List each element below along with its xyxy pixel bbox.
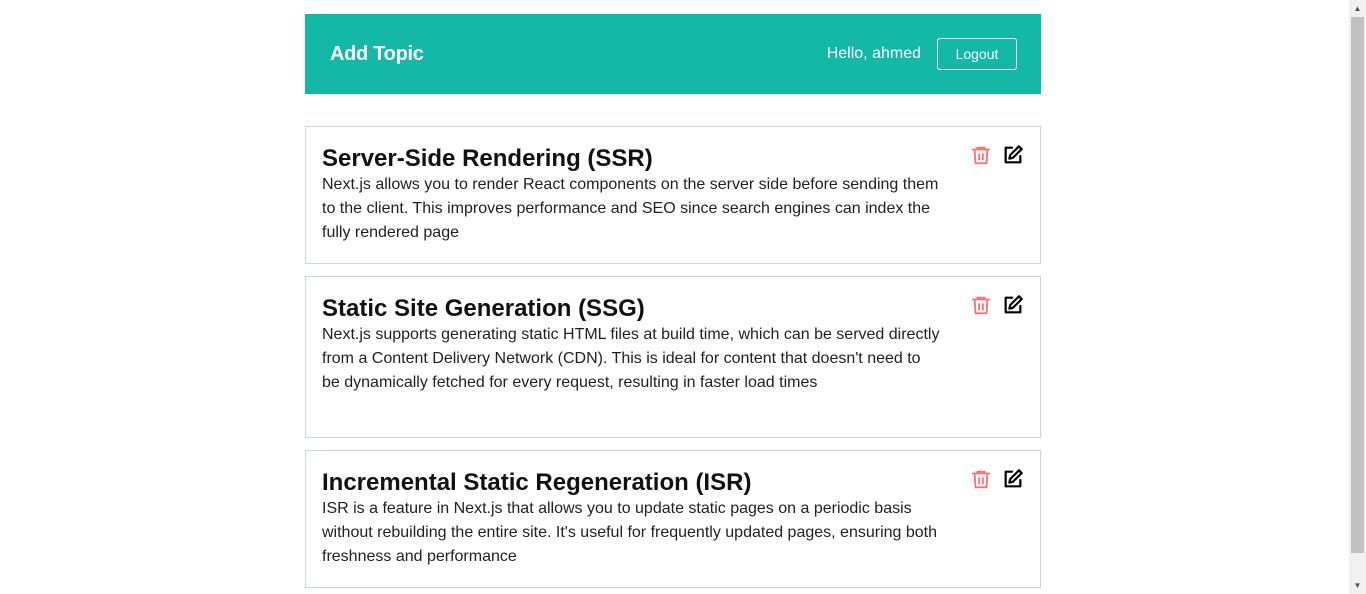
navbar: Add Topic Hello, ahmed Logout: [305, 14, 1041, 94]
topic-actions: [970, 468, 1024, 493]
topic-title: Server-Side Rendering (SSR): [322, 145, 653, 172]
vertical-scrollbar[interactable]: ▲ ▼: [1349, 0, 1366, 594]
delete-button[interactable]: [970, 469, 992, 491]
trash-icon: [970, 144, 992, 169]
page: Add Topic Hello, ahmed Logout Server-Sid…: [0, 0, 1366, 594]
topic-body: Server-Side Rendering (SSR) Next.js allo…: [322, 145, 942, 245]
edit-button[interactable]: [1002, 468, 1024, 493]
scroll-up-arrow-icon[interactable]: ▲: [1349, 0, 1366, 17]
topic-card: Incremental Static Regeneration (ISR) IS…: [305, 450, 1041, 588]
topic-title: Incremental Static Regeneration (ISR): [322, 469, 752, 496]
topic-title: Static Site Generation (SSG): [322, 295, 645, 322]
nav-right: Hello, ahmed Logout: [827, 38, 1017, 70]
trash-icon: [970, 294, 992, 319]
edit-button[interactable]: [1002, 294, 1024, 319]
topic-body: Static Site Generation (SSG) Next.js sup…: [322, 295, 942, 395]
edit-button[interactable]: [1002, 144, 1024, 169]
edit-icon: [1002, 294, 1024, 319]
topic-description: Next.js supports generating static HTML …: [322, 326, 940, 391]
topic-description: ISR is a feature in Next.js that allows …: [322, 500, 937, 565]
topic-card: Static Site Generation (SSG) Next.js sup…: [305, 276, 1041, 438]
main-container: Add Topic Hello, ahmed Logout Server-Sid…: [305, 14, 1041, 594]
topic-card: Server-Side Rendering (SSR) Next.js allo…: [305, 126, 1041, 264]
logout-button[interactable]: Logout: [937, 38, 1017, 70]
trash-icon: [970, 468, 992, 493]
add-topic-link[interactable]: Add Topic: [330, 43, 424, 66]
user-greeting: Hello, ahmed: [826, 45, 921, 62]
scroll-down-arrow-icon[interactable]: ▼: [1349, 577, 1366, 594]
topic-body: Incremental Static Regeneration (ISR) IS…: [322, 469, 942, 569]
edit-icon: [1002, 144, 1024, 169]
topic-description: Next.js allows you to render React compo…: [322, 176, 939, 241]
topic-actions: [970, 144, 1024, 169]
delete-button[interactable]: [970, 145, 992, 167]
topic-actions: [970, 294, 1024, 319]
scrollbar-thumb[interactable]: [1351, 17, 1364, 553]
delete-button[interactable]: [970, 295, 992, 317]
edit-icon: [1002, 468, 1024, 493]
topic-list: Server-Side Rendering (SSR) Next.js allo…: [305, 126, 1041, 588]
